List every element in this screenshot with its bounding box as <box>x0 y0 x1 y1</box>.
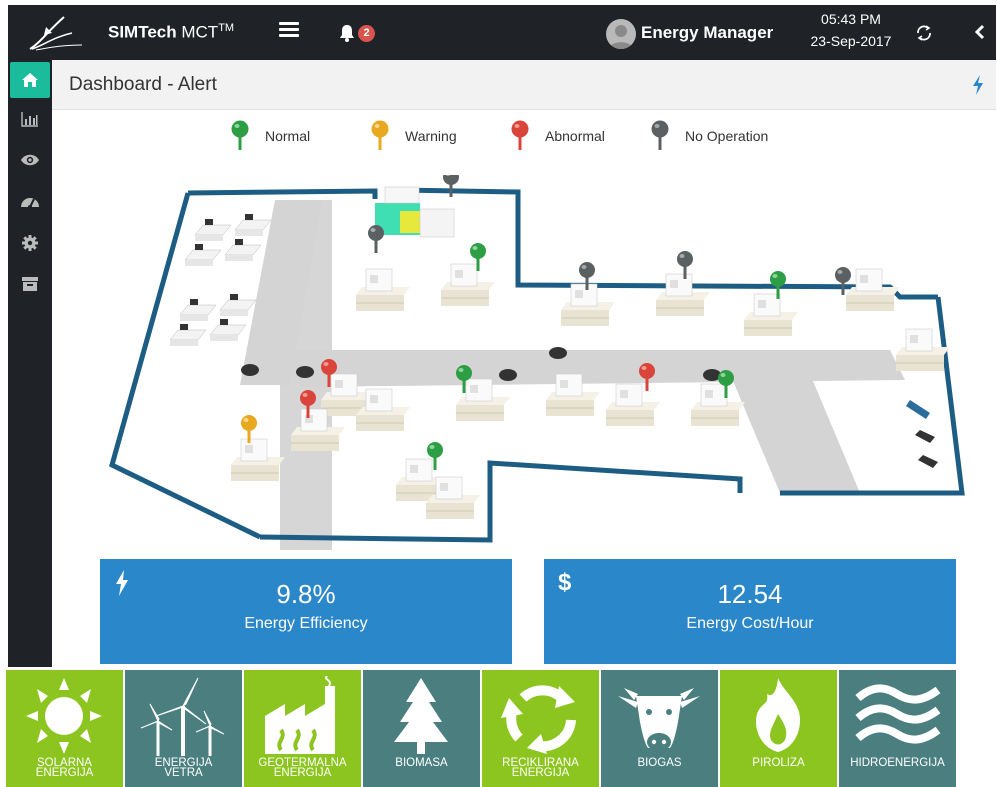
tile-pyrolysis[interactable]: Piroliza <box>720 670 837 787</box>
bell-icon <box>340 25 354 42</box>
legend-label: Warning <box>405 128 457 144</box>
kpi-label: Energy Cost/Hour <box>686 615 814 632</box>
sidebar-item-dashboard[interactable] <box>10 184 50 220</box>
company-logo <box>29 16 83 51</box>
tile-label: Hidroenergija <box>850 757 945 769</box>
tile-label: Biogas <box>637 757 682 769</box>
tile-wind-energy[interactable]: Energija Vetra <box>125 670 242 787</box>
sidebar-item-archive[interactable] <box>10 266 50 302</box>
bolt-icon[interactable] <box>971 74 985 96</box>
tile-biogas[interactable]: Biogas <box>601 670 718 787</box>
tile-geothermal-energy[interactable]: Geotermalna Energija <box>244 670 361 787</box>
factory-floor-plan <box>109 175 965 550</box>
geothermal-icon <box>265 676 335 754</box>
tile-label: Reciklirana Energija <box>502 757 579 779</box>
eye-icon <box>21 154 39 166</box>
tile-label: Energija Vetra <box>154 757 213 779</box>
sidebar-item-home[interactable] <box>10 62 50 98</box>
sidebar-item-reports[interactable] <box>10 101 50 137</box>
notifications-button[interactable]: 2 <box>338 23 380 45</box>
legend-item-abnormal: Abnormal <box>510 120 605 152</box>
sidebar <box>8 60 52 667</box>
energy-source-tiles: Solarna Energija Energija Vetra G <box>6 670 956 787</box>
legend-item-normal: Normal <box>230 120 310 152</box>
sidebar-item-monitor[interactable] <box>10 142 50 178</box>
page-title: Dashboard - Alert <box>69 74 217 95</box>
legend-label: Abnormal <box>545 128 605 144</box>
kpi-value: 12.54 <box>717 579 783 609</box>
tile-label: Piroliza <box>752 757 805 769</box>
kpi-value: 9.8% <box>276 579 336 609</box>
chevron-left-icon[interactable] <box>972 22 988 42</box>
brand-name: SIMTech <box>108 22 177 42</box>
wind-turbine-icon <box>140 677 225 756</box>
home-icon <box>22 73 38 87</box>
legend-label: No Operation <box>685 128 769 144</box>
recycle-icon <box>501 685 576 754</box>
hamburger-menu-icon[interactable] <box>279 22 299 40</box>
map-pin-red-icon <box>511 120 529 150</box>
tile-solar-energy[interactable]: Solarna Energija <box>6 670 123 787</box>
dashboard-gauge-icon <box>21 198 39 209</box>
legend-label: Normal <box>265 128 311 144</box>
refresh-icon[interactable] <box>914 23 934 43</box>
user-silhouette-icon <box>609 25 633 49</box>
tile-biomass[interactable]: Biomasa <box>363 670 480 787</box>
energy-cost-card[interactable]: $ 12.54 Energy Cost/Hour <box>544 559 956 664</box>
tile-label: Biomasa <box>395 757 448 769</box>
top-bar: SIMTech MCTTM 2 Energy Manager 05:43 PM … <box>8 5 996 60</box>
clock-time: 05:43 PM <box>821 11 881 27</box>
notification-count-badge: 2 <box>358 25 375 42</box>
page-header: Dashboard - Alert <box>52 60 996 110</box>
brand-title: SIMTech MCTTM <box>108 22 234 43</box>
tile-recycled-energy[interactable]: Reciklirana Energija <box>482 670 599 787</box>
user-name[interactable]: Energy Manager <box>641 23 773 43</box>
legend-item-warning: Warning <box>370 120 457 152</box>
bar-chart-icon <box>21 112 38 127</box>
map-pin-grey-icon <box>651 120 669 150</box>
sidebar-item-settings[interactable] <box>10 225 50 261</box>
sun-icon <box>26 678 102 754</box>
gear-icon <box>22 235 38 251</box>
energy-efficiency-card[interactable]: 9.8% Energy Efficiency <box>100 559 512 664</box>
cow-icon <box>618 688 700 751</box>
brand-trademark: TM <box>218 22 235 34</box>
user-avatar[interactable] <box>606 19 636 49</box>
kpi-label: Energy Efficiency <box>244 615 368 632</box>
tile-hydro-energy[interactable]: Hidroenergija <box>839 670 956 787</box>
clock-date: 23-Sep-2017 <box>810 33 892 49</box>
map-pin-yellow-icon <box>371 120 389 150</box>
map-pin-green-icon <box>231 120 249 150</box>
legend-item-no-operation: No Operation <box>650 120 768 152</box>
tile-label: Geotermalna Energija <box>258 757 347 779</box>
tree-icon <box>394 678 448 754</box>
archive-icon <box>22 277 38 291</box>
brand-product: MCT <box>176 22 219 42</box>
flame-icon <box>755 678 801 752</box>
waves-icon <box>855 684 941 744</box>
tile-label: Solarna Energija <box>35 757 94 779</box>
